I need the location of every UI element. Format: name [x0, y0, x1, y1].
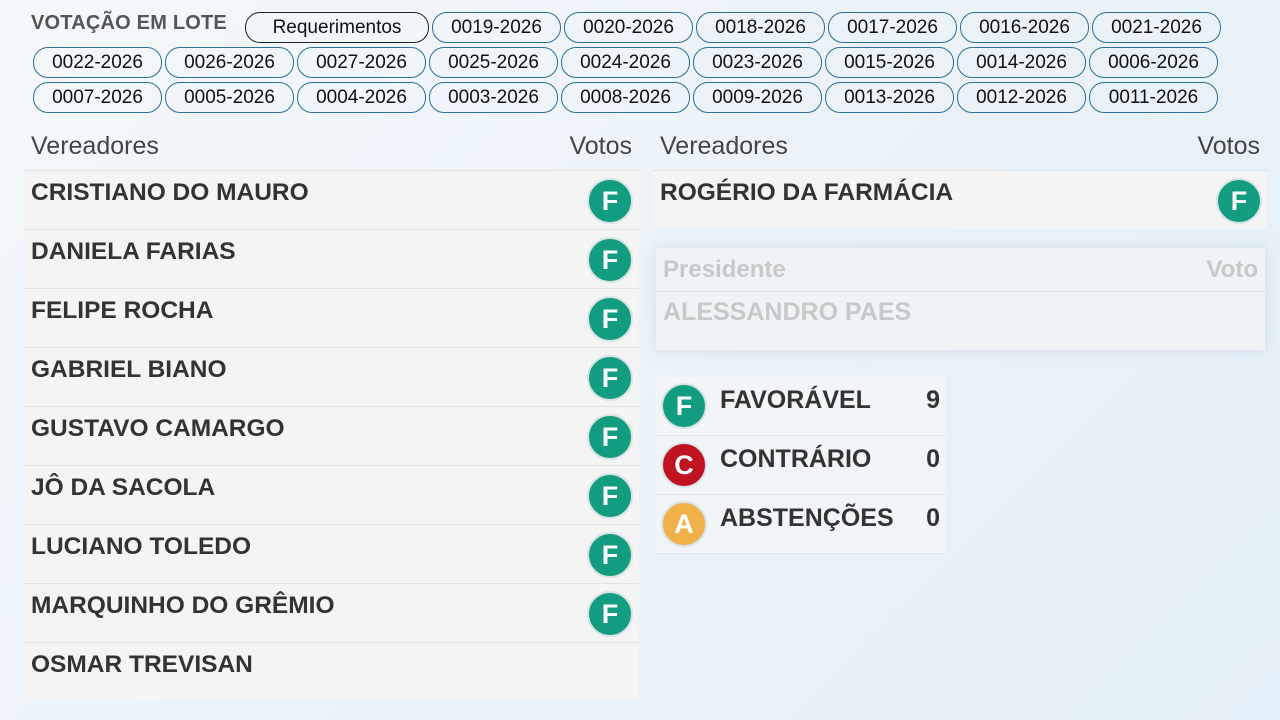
- right-table-header: Vereadores Votos: [653, 122, 1267, 170]
- vereador-name: MARQUINHO DO GRÊMIO: [31, 592, 335, 619]
- chip-0020-2026[interactable]: 0020-2026: [564, 12, 693, 43]
- president-name: ALESSANDRO PAES: [663, 298, 912, 326]
- chip-0003-2026[interactable]: 0003-2026: [429, 82, 558, 113]
- chip-0017-2026[interactable]: 0017-2026: [828, 12, 957, 43]
- chip-0016-2026[interactable]: 0016-2026: [960, 12, 1089, 43]
- vereador-name: ROGÉRIO DA FARMÁCIA: [660, 179, 954, 206]
- chip-0021-2026[interactable]: 0021-2026: [1092, 12, 1221, 43]
- summary-count: 9: [926, 386, 940, 414]
- vote-f-icon: F: [587, 591, 633, 637]
- chip-0005-2026[interactable]: 0005-2026: [165, 82, 294, 113]
- table-row: GUSTAVO CAMARGO F: [24, 406, 639, 465]
- table-row: DANIELA FARIAS F: [24, 229, 639, 288]
- chip-0023-2026[interactable]: 0023-2026: [693, 47, 822, 78]
- col-votos: Votos: [569, 131, 632, 160]
- summary-count: 0: [926, 504, 940, 532]
- vote-f-icon: F: [587, 473, 633, 519]
- vereador-name: DANIELA FARIAS: [31, 238, 236, 265]
- chip-0008-2026[interactable]: 0008-2026: [561, 82, 690, 113]
- table-row: OSMAR TREVISAN: [24, 642, 639, 701]
- col-vereadores: Vereadores: [660, 131, 788, 160]
- vote-f-icon: F: [587, 532, 633, 578]
- vereador-name: GABRIEL BIANO: [31, 356, 227, 383]
- chip-0025-2026[interactable]: 0025-2026: [429, 47, 558, 78]
- chip-0006-2026[interactable]: 0006-2026: [1089, 47, 1218, 78]
- summary-label: ABSTENÇÕES: [720, 504, 894, 532]
- vote-summary: F FAVORÁVEL 9 C CONTRÁRIO 0 A ABSTENÇÕES…: [656, 377, 946, 554]
- summary-row-favoravel: F FAVORÁVEL 9: [656, 377, 946, 436]
- table-row: JÔ DA SACOLA F: [24, 465, 639, 524]
- president-header: Presidente Voto: [656, 248, 1265, 292]
- vereador-name: OSMAR TREVISAN: [31, 651, 253, 678]
- chip-0014-2026[interactable]: 0014-2026: [957, 47, 1086, 78]
- table-row: FELIPE ROCHA F: [24, 288, 639, 347]
- vote-f-icon: F: [587, 296, 633, 342]
- left-table-header: Vereadores Votos: [24, 122, 639, 170]
- vote-f-icon: F: [1216, 178, 1262, 224]
- vote-f-icon: F: [587, 355, 633, 401]
- chip-0012-2026[interactable]: 0012-2026: [957, 82, 1086, 113]
- chip-0026-2026[interactable]: 0026-2026: [165, 47, 294, 78]
- col-presidente: Presidente: [663, 255, 786, 283]
- chip-requerimentos[interactable]: Requerimentos: [245, 12, 429, 43]
- vote-f-icon: F: [587, 414, 633, 460]
- summary-row-contrario: C CONTRÁRIO 0: [656, 436, 946, 495]
- chip-0027-2026[interactable]: 0027-2026: [297, 47, 426, 78]
- chip-0022-2026[interactable]: 0022-2026: [33, 47, 162, 78]
- summary-count: 0: [926, 445, 940, 473]
- chip-0018-2026[interactable]: 0018-2026: [696, 12, 825, 43]
- vote-f-icon: F: [587, 237, 633, 283]
- col-vereadores: Vereadores: [31, 131, 159, 160]
- table-row: MARQUINHO DO GRÊMIO F: [24, 583, 639, 642]
- left-vote-table: Vereadores Votos CRISTIANO DO MAURO F DA…: [24, 122, 639, 701]
- abstencao-icon: A: [661, 501, 707, 547]
- vote-f-icon: F: [587, 178, 633, 224]
- president-panel: Presidente Voto ALESSANDRO PAES: [656, 248, 1265, 350]
- table-row: LUCIANO TOLEDO F: [24, 524, 639, 583]
- chip-0004-2026[interactable]: 0004-2026: [297, 82, 426, 113]
- chip-0009-2026[interactable]: 0009-2026: [693, 82, 822, 113]
- contrario-icon: C: [661, 442, 707, 488]
- table-row: ROGÉRIO DA FARMÁCIA F: [653, 170, 1267, 229]
- summary-label: FAVORÁVEL: [720, 386, 871, 414]
- chip-0019-2026[interactable]: 0019-2026: [432, 12, 561, 43]
- chip-0007-2026[interactable]: 0007-2026: [33, 82, 162, 113]
- vereador-name: GUSTAVO CAMARGO: [31, 415, 285, 442]
- vereador-name: JÔ DA SACOLA: [31, 474, 216, 501]
- table-row: CRISTIANO DO MAURO F: [24, 170, 639, 229]
- col-votos: Votos: [1197, 131, 1260, 160]
- chip-0024-2026[interactable]: 0024-2026: [561, 47, 690, 78]
- batch-chips: Requerimentos 0019-2026 0020-2026 0018-2…: [0, 0, 1280, 120]
- col-voto: Voto: [1206, 255, 1258, 283]
- right-vote-table: Vereadores Votos ROGÉRIO DA FARMÁCIA F: [653, 122, 1267, 229]
- chip-0015-2026[interactable]: 0015-2026: [825, 47, 954, 78]
- vereador-name: CRISTIANO DO MAURO: [31, 179, 309, 206]
- summary-label: CONTRÁRIO: [720, 445, 872, 473]
- vereador-name: LUCIANO TOLEDO: [31, 533, 252, 560]
- chip-0013-2026[interactable]: 0013-2026: [825, 82, 954, 113]
- vereador-name: FELIPE ROCHA: [31, 297, 214, 324]
- table-row: GABRIEL BIANO F: [24, 347, 639, 406]
- summary-row-abstencoes: A ABSTENÇÕES 0: [656, 495, 946, 554]
- favoravel-icon: F: [661, 383, 707, 429]
- chip-0011-2026[interactable]: 0011-2026: [1089, 82, 1218, 113]
